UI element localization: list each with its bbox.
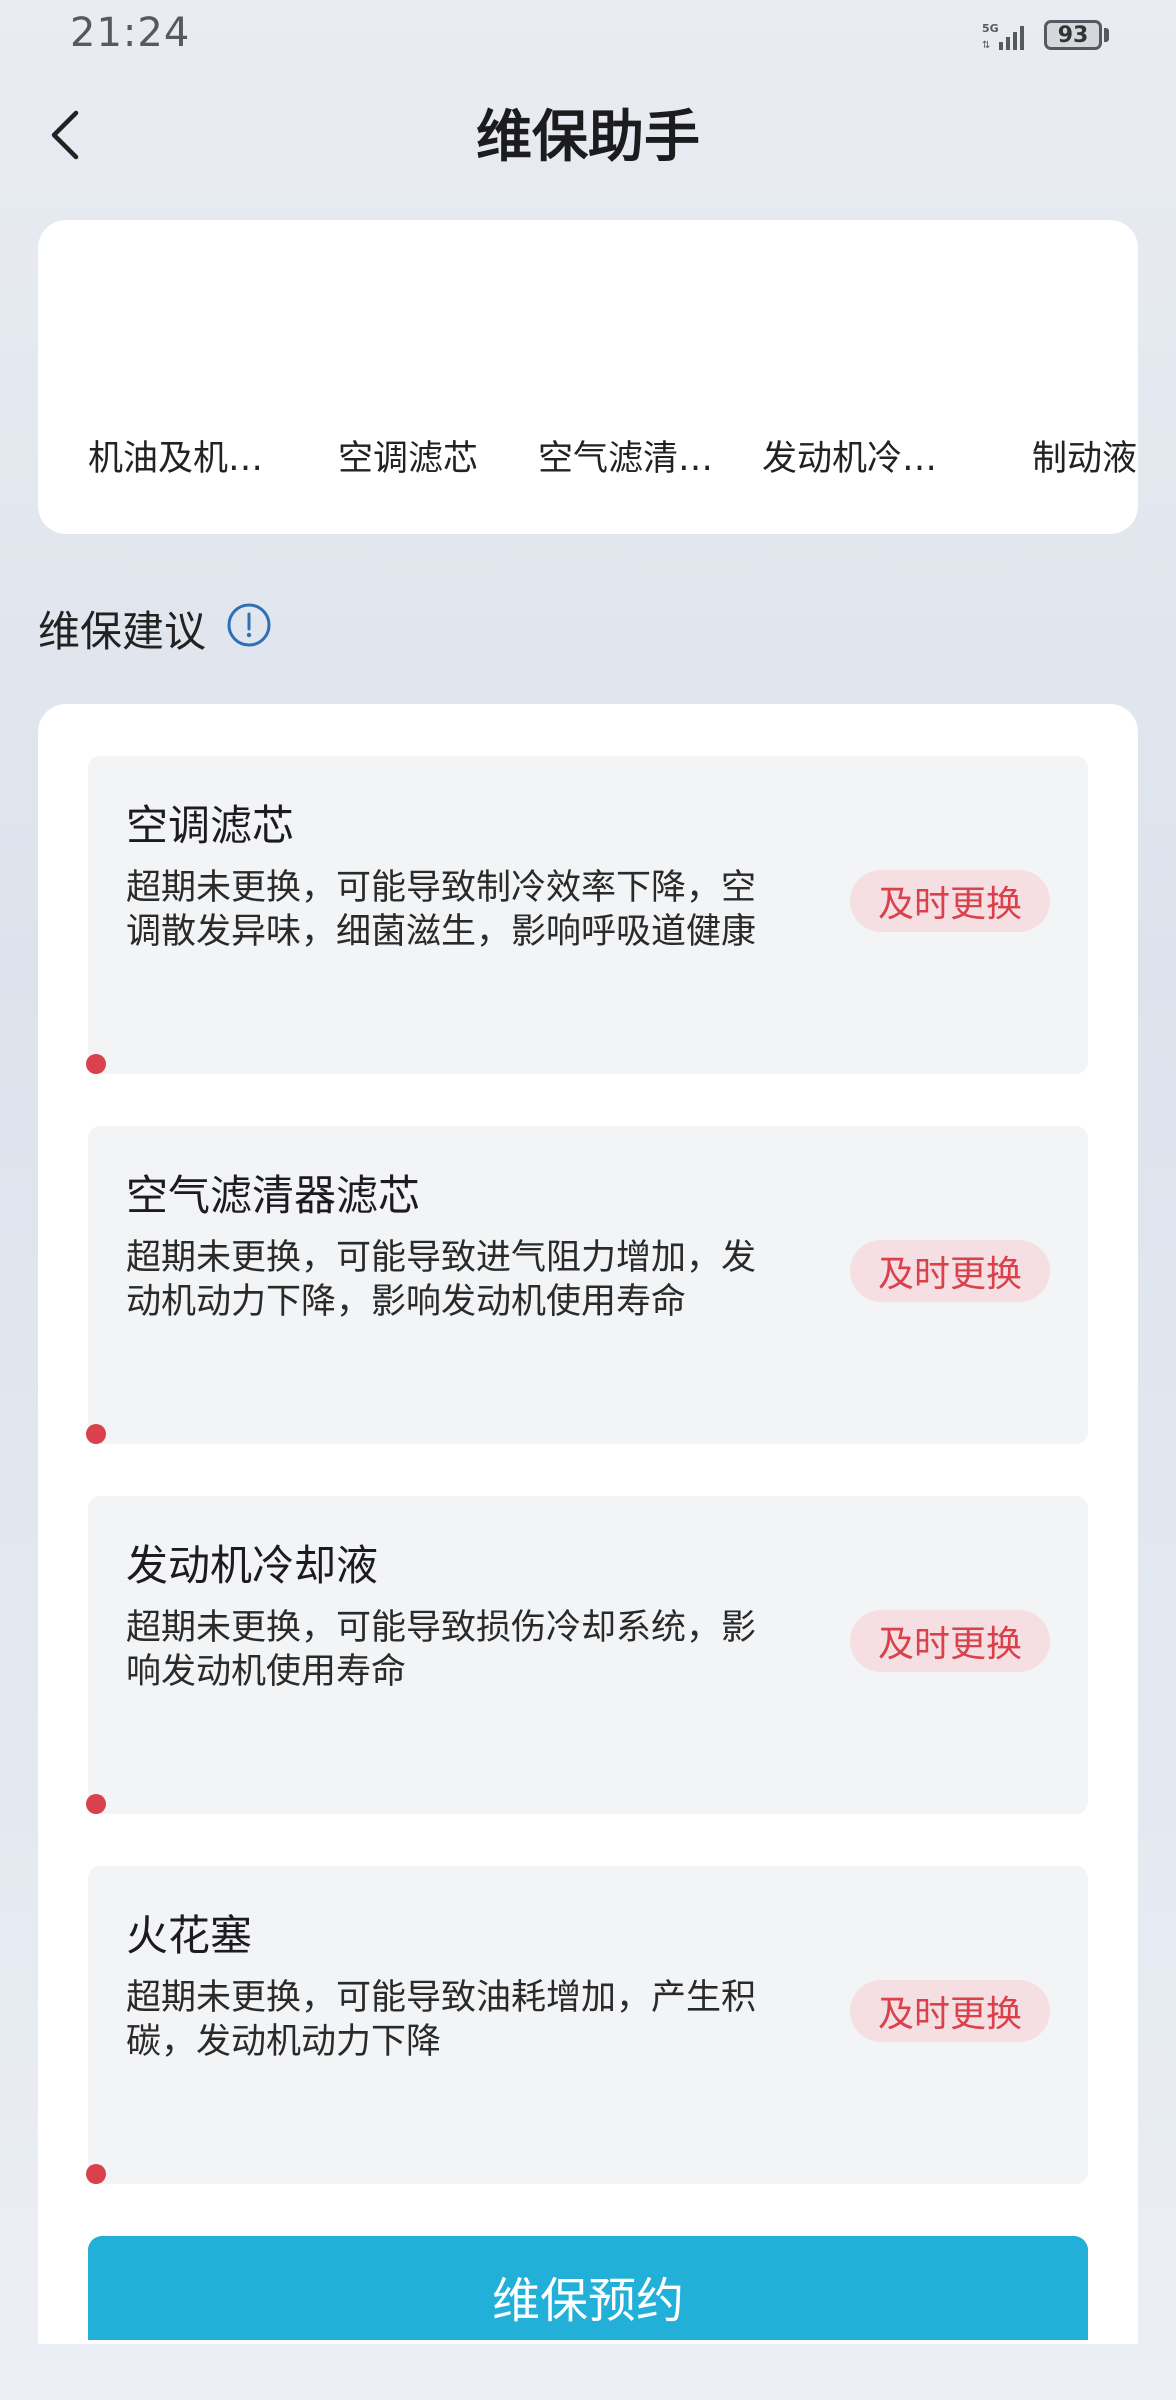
- advice-title: 空调滤芯: [126, 801, 295, 850]
- signal-icon: 5G ⇅: [982, 22, 1024, 51]
- section-title: 维保建议: [38, 607, 207, 656]
- category-item[interactable]: 发动机冷…: [762, 430, 937, 481]
- advice-panel: 空调滤芯 超期未更换，可能导致制冷效率下降，空调散发异味，细菌滋生，影响呼吸道健…: [38, 704, 1138, 2344]
- advice-card[interactable]: 火花塞 超期未更换，可能导致油耗增加，产生积碳，发动机动力下降 及时更换: [86, 1866, 1088, 2184]
- replace-badge[interactable]: 及时更换: [850, 1240, 1050, 1302]
- advice-description: 超期未更换，可能导致损伤冷却系统，影响发动机使用寿命: [126, 1608, 757, 1692]
- advice-card[interactable]: 空调滤芯 超期未更换，可能导致制冷效率下降，空调散发异味，细菌滋生，影响呼吸道健…: [86, 756, 1088, 1074]
- advice-card[interactable]: 发动机冷却液 超期未更换，可能导致损伤冷却系统，影响发动机使用寿命 及时更换: [86, 1496, 1088, 1814]
- advice-description: 超期未更换，可能导致油耗增加，产生积碳，发动机动力下降: [126, 1978, 757, 2062]
- status-time: 21:24: [70, 10, 191, 56]
- svg-text:⇅: ⇅: [982, 40, 990, 51]
- replace-badge[interactable]: 及时更换: [850, 1610, 1050, 1672]
- battery-tip: [1104, 28, 1109, 42]
- alert-dot: [86, 1794, 106, 1814]
- category-card: 机油及机… 空调滤芯 空气滤清… 发动机冷… 制动液: [38, 220, 1138, 534]
- alert-dot: [86, 2164, 106, 2184]
- category-item[interactable]: 制动液: [1032, 430, 1137, 481]
- category-item[interactable]: 空气滤清…: [538, 430, 713, 481]
- replace-badge[interactable]: 及时更换: [850, 870, 1050, 932]
- replace-badge[interactable]: 及时更换: [850, 1980, 1050, 2042]
- svg-text:5G: 5G: [982, 22, 999, 35]
- advice-description: 超期未更换，可能导致制冷效率下降，空调散发异味，细菌滋生，影响呼吸道健康: [126, 868, 757, 952]
- category-item[interactable]: 机油及机…: [88, 430, 263, 481]
- page-title: 维保助手: [476, 105, 700, 170]
- advice-title: 火花塞: [126, 1911, 253, 1960]
- alert-dot: [86, 1424, 106, 1444]
- category-item[interactable]: 空调滤芯: [338, 430, 478, 481]
- status-bar: 21:24 5G ⇅ 93: [0, 0, 1176, 72]
- advice-description: 超期未更换，可能导致进气阻力增加，发动机动力下降，影响发动机使用寿命: [126, 1238, 757, 1322]
- advice-title: 发动机冷却液: [126, 1541, 379, 1590]
- alert-dot: [86, 1054, 106, 1074]
- battery-level: 93: [1057, 22, 1089, 48]
- advice-card[interactable]: 空气滤清器滤芯 超期未更换，可能导致进气阻力增加，发动机动力下降，影响发动机使用…: [86, 1126, 1088, 1444]
- info-circle-icon[interactable]: [226, 602, 272, 648]
- advice-title: 空气滤清器滤芯: [126, 1171, 421, 1220]
- book-maintenance-button[interactable]: 维保预约: [88, 2236, 1088, 2340]
- battery-icon: 93: [1044, 20, 1102, 50]
